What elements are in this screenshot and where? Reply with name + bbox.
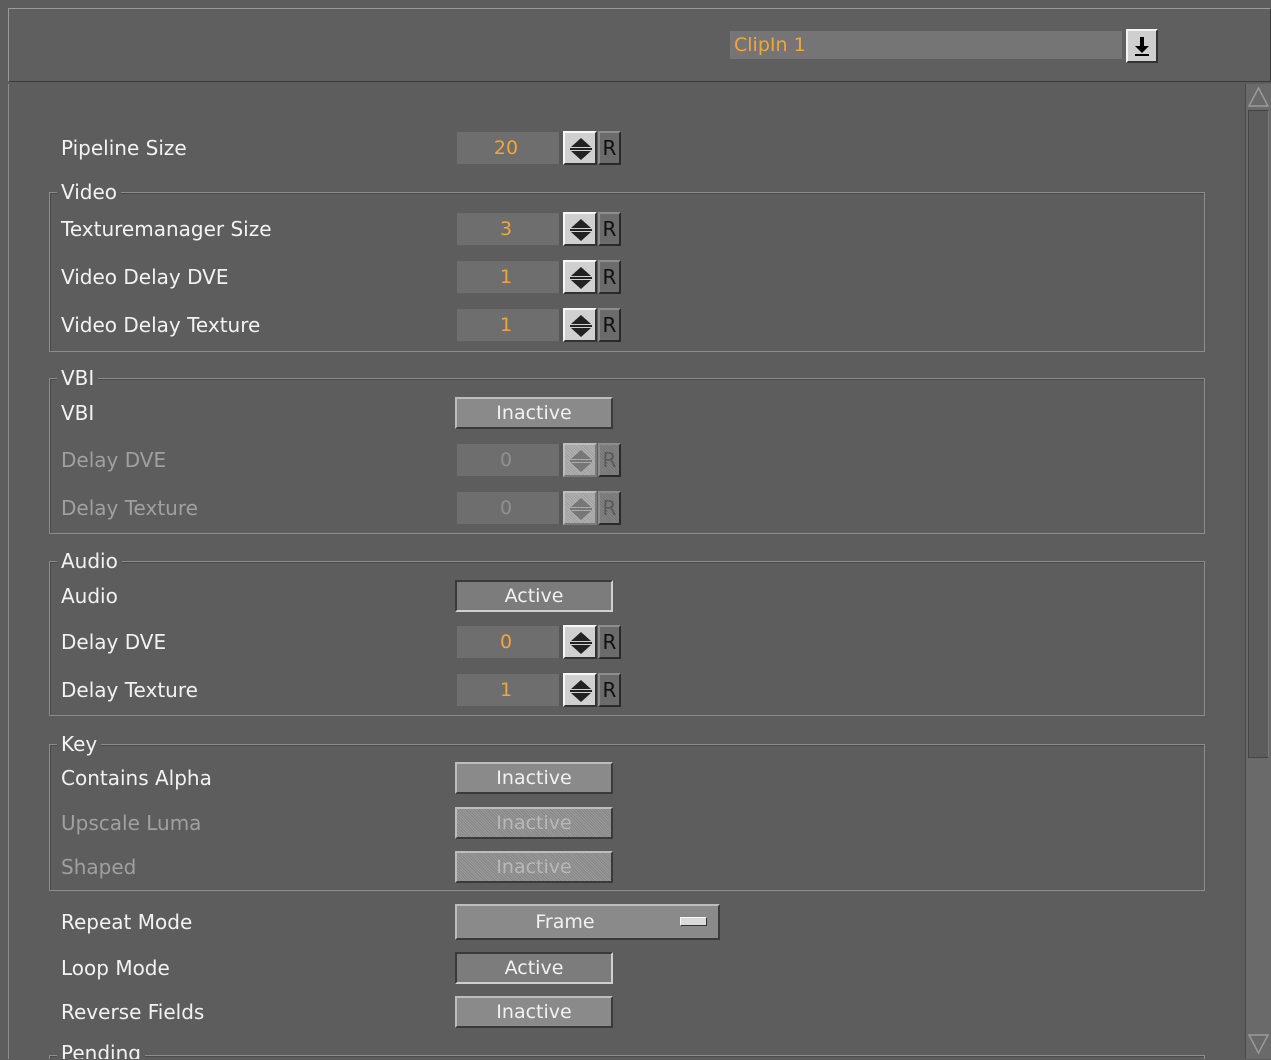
- texturemanager-size-input[interactable]: 3: [457, 213, 563, 245]
- download-arrow-icon: [1135, 37, 1149, 56]
- repeat-mode-value: Frame: [535, 911, 595, 933]
- vbi-delay-dve-label: Delay DVE: [61, 448, 167, 472]
- key-group-title: Key: [57, 732, 102, 756]
- vbi-delay-texture-reset-button[interactable]: R: [598, 491, 621, 525]
- vbi-label: VBI: [61, 401, 95, 425]
- audio-delay-texture-reset-button[interactable]: R: [598, 673, 621, 707]
- video-delay-dve-label: Video Delay DVE: [61, 265, 229, 289]
- shaped-toggle-button[interactable]: Inactive: [455, 851, 613, 883]
- vbi-delay-texture-spinner[interactable]: [563, 491, 597, 525]
- key-group: [49, 744, 1205, 891]
- audio-delay-dve-input[interactable]: 0: [457, 626, 563, 658]
- spinner-arrows-icon: [570, 498, 592, 520]
- vbi-delay-texture-label: Delay Texture: [61, 496, 198, 520]
- pipeline-size-reset-button[interactable]: R: [598, 131, 621, 165]
- pipeline-size-input[interactable]: 20: [457, 132, 563, 164]
- spinner-arrows-icon: [570, 450, 592, 472]
- texturemanager-size-label: Texturemanager Size: [61, 217, 272, 241]
- vbi-toggle-button[interactable]: Inactive: [455, 397, 613, 429]
- scroll-up-arrow-icon: [1247, 86, 1270, 107]
- video-delay-texture-input[interactable]: 1: [457, 309, 563, 341]
- audio-toggle-button[interactable]: Active: [455, 580, 613, 612]
- shaped-label: Shaped: [61, 855, 137, 879]
- video-delay-texture-label: Video Delay Texture: [61, 313, 261, 337]
- vbi-delay-dve-spinner[interactable]: [563, 443, 597, 477]
- audio-delay-dve-reset-button[interactable]: R: [598, 625, 621, 659]
- upscale-luma-label: Upscale Luma: [61, 811, 202, 835]
- clip-dropdown-button[interactable]: [1126, 29, 1158, 63]
- pipeline-size-label: Pipeline Size: [61, 136, 187, 160]
- video-delay-dve-input[interactable]: 1: [457, 261, 563, 293]
- audio-delay-texture-input[interactable]: 1: [457, 674, 563, 706]
- vbi-delay-dve-input[interactable]: 0: [457, 444, 563, 476]
- audio-label: Audio: [61, 584, 118, 608]
- vbi-delay-dve-reset-button[interactable]: R: [598, 443, 621, 477]
- vbi-delay-texture-input[interactable]: 0: [457, 492, 563, 524]
- spinner-arrows-icon: [570, 267, 592, 289]
- video-group-title: Video: [57, 180, 122, 204]
- audio-delay-dve-label: Delay DVE: [61, 630, 167, 654]
- contains-alpha-label: Contains Alpha: [61, 766, 212, 790]
- scroll-down-arrow-icon: [1247, 1034, 1270, 1055]
- spinner-arrows-icon: [570, 219, 592, 241]
- video-delay-texture-reset-button[interactable]: R: [598, 308, 621, 342]
- clip-selector-field[interactable]: ClipIn 1: [730, 31, 1122, 59]
- vbi-group-title: VBI: [57, 366, 99, 390]
- audio-delay-texture-spinner[interactable]: [563, 673, 597, 707]
- reverse-fields-toggle-button[interactable]: Inactive: [455, 996, 613, 1028]
- repeat-mode-label: Repeat Mode: [61, 910, 193, 934]
- scrollbar-thumb[interactable]: [1248, 110, 1269, 758]
- scroll-up-button[interactable]: [1247, 86, 1270, 108]
- dropdown-bar-icon: [680, 917, 707, 926]
- pending-group-title: Pending: [57, 1041, 145, 1059]
- video-delay-dve-spinner[interactable]: [563, 260, 597, 294]
- video-delay-dve-reset-button[interactable]: R: [598, 260, 621, 294]
- texturemanager-size-reset-button[interactable]: R: [598, 212, 621, 246]
- spinner-arrows-icon: [570, 315, 592, 337]
- loop-mode-toggle-button[interactable]: Active: [455, 952, 613, 984]
- audio-group: [49, 561, 1205, 716]
- vbi-group: [49, 378, 1205, 534]
- contains-alpha-toggle-button[interactable]: Inactive: [455, 762, 613, 794]
- reverse-fields-label: Reverse Fields: [61, 1000, 205, 1024]
- loop-mode-label: Loop Mode: [61, 956, 170, 980]
- spinner-arrows-icon: [570, 680, 592, 702]
- audio-group-title: Audio: [57, 549, 122, 573]
- scroll-down-button[interactable]: [1247, 1033, 1270, 1055]
- audio-delay-dve-spinner[interactable]: [563, 625, 597, 659]
- texturemanager-size-spinner[interactable]: [563, 212, 597, 246]
- video-delay-texture-spinner[interactable]: [563, 308, 597, 342]
- pipeline-size-spinner[interactable]: [563, 131, 597, 165]
- spinner-arrows-icon: [570, 138, 592, 160]
- spinner-arrows-icon: [570, 632, 592, 654]
- upscale-luma-toggle-button[interactable]: Inactive: [455, 807, 613, 839]
- pending-group: [49, 1055, 1205, 1059]
- audio-delay-texture-label: Delay Texture: [61, 678, 198, 702]
